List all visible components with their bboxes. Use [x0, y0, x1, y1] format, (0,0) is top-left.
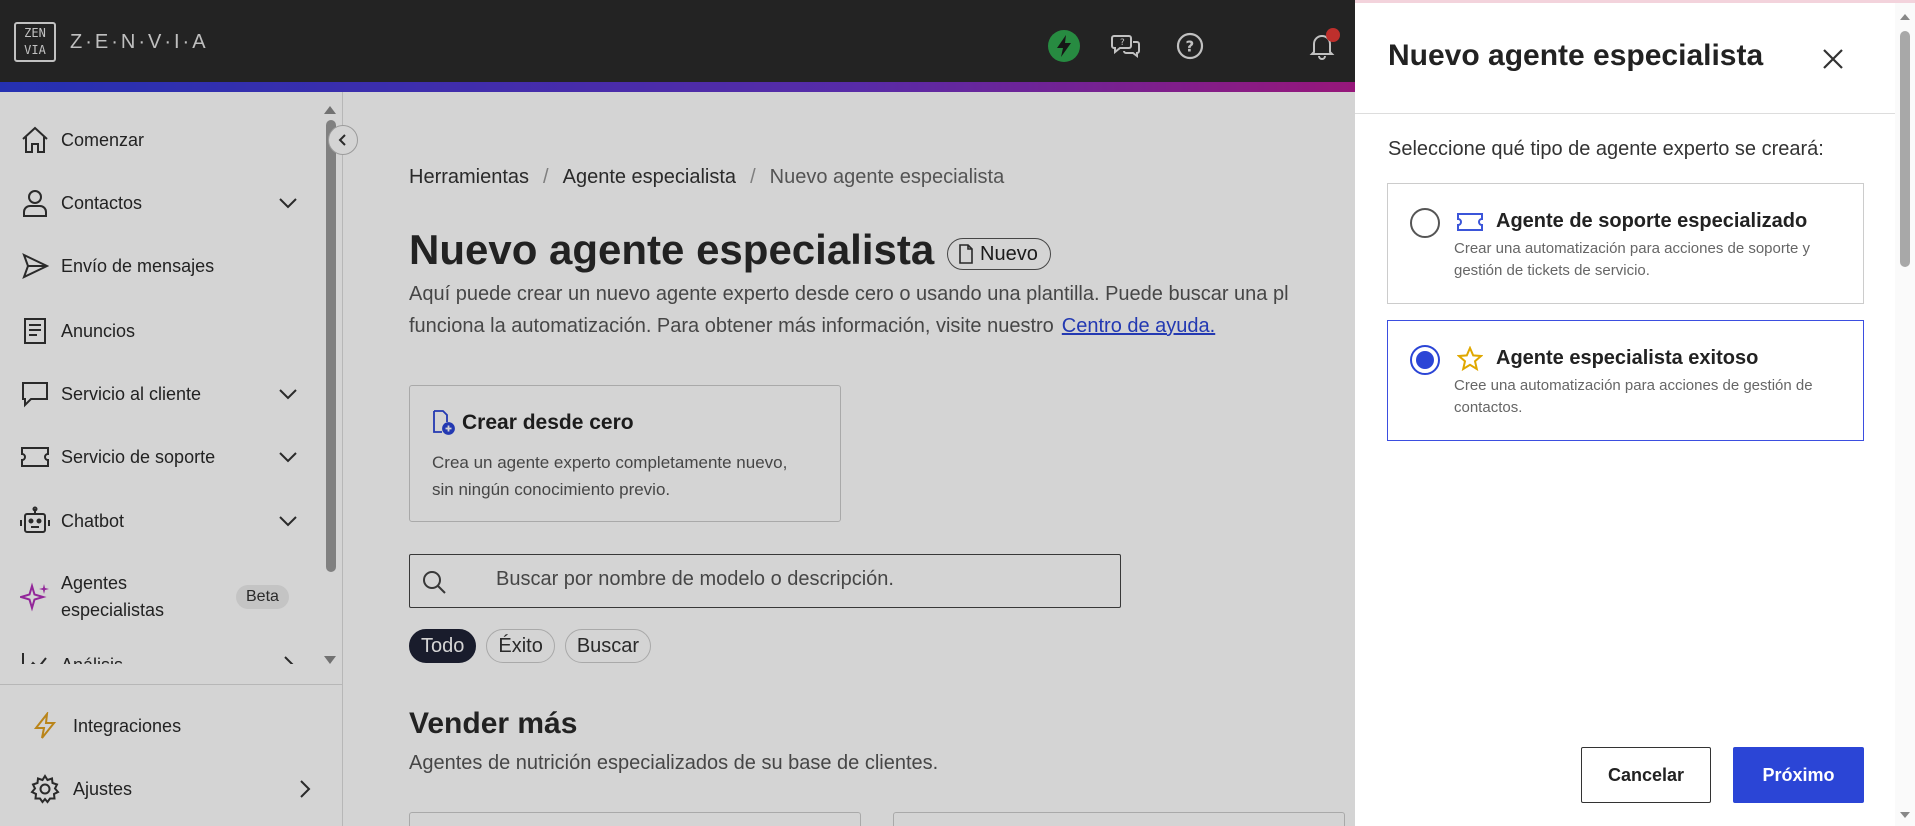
next-button[interactable]: Próximo: [1733, 747, 1864, 803]
close-icon: [1823, 49, 1843, 69]
radio-button[interactable]: [1410, 208, 1440, 238]
cancel-button[interactable]: Cancelar: [1581, 747, 1711, 803]
scroll-down-icon[interactable]: [1895, 805, 1915, 825]
new-agent-drawer: Nuevo agente especialista Seleccione qué…: [1355, 0, 1915, 826]
radio-button-selected[interactable]: [1410, 345, 1440, 375]
option-title: Agente especialista exitoso: [1496, 347, 1759, 369]
scroll-up-icon[interactable]: [1895, 7, 1915, 27]
close-button[interactable]: [1817, 43, 1849, 75]
modal-overlay[interactable]: [0, 0, 1355, 826]
option-success-agent[interactable]: Agente especialista exitoso Cree una aut…: [1387, 320, 1864, 441]
ticket-icon: [1456, 208, 1484, 236]
option-title: Agente de soporte especializado: [1496, 210, 1808, 232]
option-description: Crear una automatización para acciones d…: [1454, 240, 1811, 279]
drawer-scroll-thumb[interactable]: [1900, 31, 1910, 267]
star-icon: [1456, 345, 1484, 373]
drawer-prompt: Seleccione qué tipo de agente experto se…: [1388, 138, 1824, 160]
option-support-agent[interactable]: Agente de soporte especializado Crear un…: [1387, 183, 1864, 304]
drawer-divider: [1355, 113, 1895, 114]
option-description: Cree una automatización para acciones de…: [1454, 377, 1813, 416]
drawer-title: Nuevo agente especialista: [1388, 39, 1764, 72]
